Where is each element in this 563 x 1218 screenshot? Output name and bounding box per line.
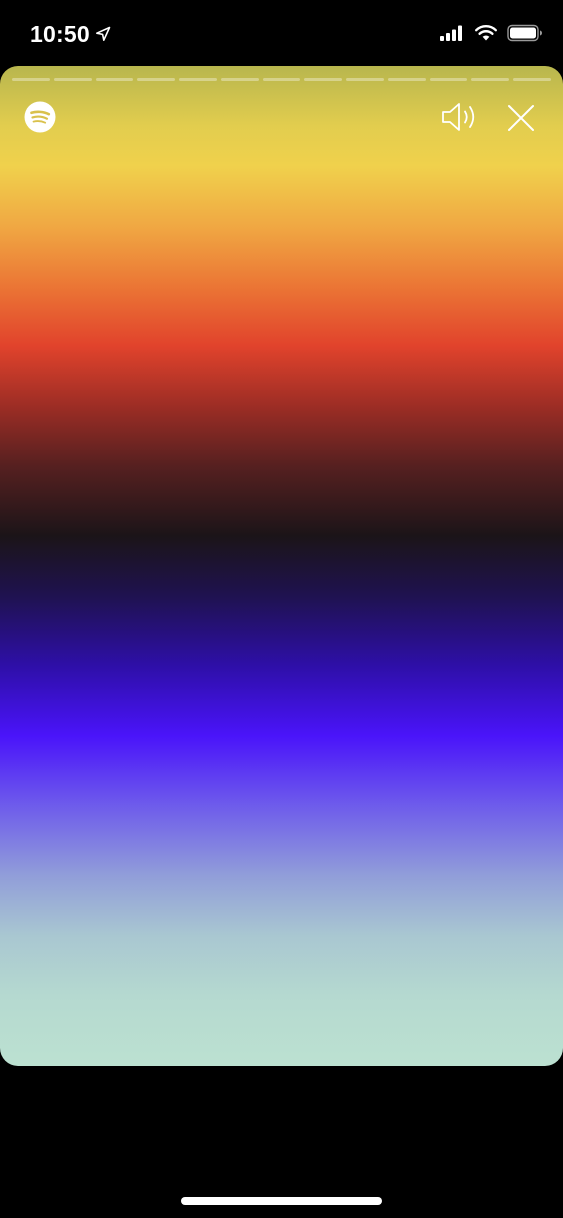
story-progress-segment xyxy=(53,78,92,81)
story-card[interactable] xyxy=(0,66,563,1066)
story-progress-segment xyxy=(12,78,50,81)
location-arrow-icon xyxy=(95,26,111,41)
story-progress-segment xyxy=(137,78,176,81)
story-progress-bar xyxy=(12,78,551,81)
story-progress-segment xyxy=(429,78,468,81)
story-progress-segment xyxy=(262,78,301,81)
story-progress-segment xyxy=(471,78,510,81)
time-wrap: 10:50 xyxy=(30,20,111,48)
story-progress-segment xyxy=(304,78,343,81)
story-progress-segment xyxy=(95,78,134,81)
cellular-signal-icon xyxy=(440,25,462,41)
home-indicator[interactable] xyxy=(181,1197,382,1205)
battery-icon xyxy=(507,24,542,42)
wifi-icon xyxy=(475,25,497,41)
story-progress-segment xyxy=(179,78,217,81)
speaker-volume-icon[interactable] xyxy=(440,100,482,134)
story-progress-segment xyxy=(346,78,384,81)
status-bar: 10:50 xyxy=(0,0,563,66)
story-progress-segment xyxy=(387,78,426,81)
status-right xyxy=(439,24,543,42)
screen: 10:50 xyxy=(0,0,563,1218)
spotify-icon[interactable] xyxy=(24,101,56,133)
story-progress-segment xyxy=(513,78,551,81)
status-time: 10:50 xyxy=(30,21,90,47)
story-progress-segment xyxy=(220,78,259,81)
close-icon[interactable] xyxy=(505,102,537,134)
